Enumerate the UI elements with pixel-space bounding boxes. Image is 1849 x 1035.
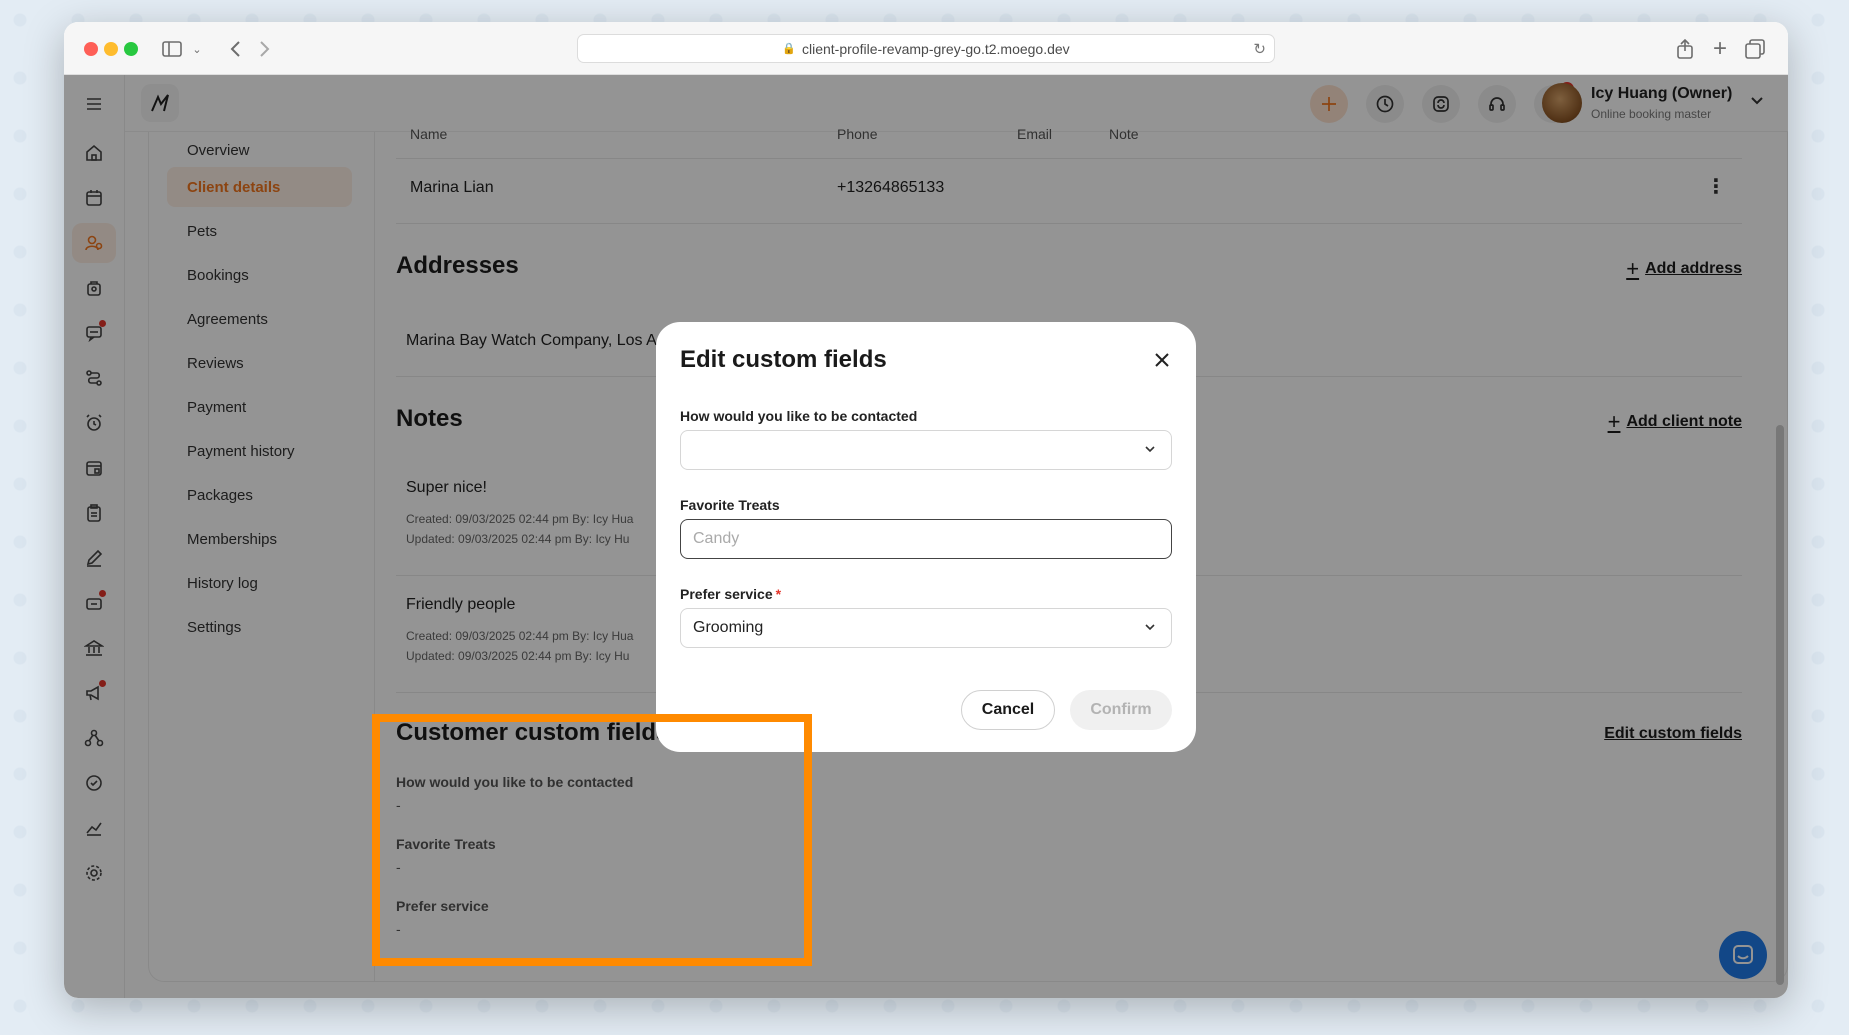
favorite-treats-input[interactable]: Candy	[680, 519, 1172, 559]
minimize-window-button[interactable]	[104, 42, 118, 56]
cancel-button[interactable]: Cancel	[961, 690, 1055, 730]
modal-title: Edit custom fields	[680, 346, 887, 373]
new-tab-icon[interactable]: +	[1709, 35, 1731, 62]
browser-window: ⌄ 🔒 client-profile-revamp-grey-go.t2.moe…	[64, 22, 1788, 998]
chevron-down-icon	[1145, 446, 1155, 453]
maximize-window-button[interactable]	[124, 42, 138, 56]
prefer-service-value: Grooming	[693, 619, 764, 636]
address-bar[interactable]: 🔒 client-profile-revamp-grey-go.t2.moego…	[577, 34, 1275, 63]
contact-method-label: How would you like to be contacted	[680, 408, 918, 424]
lock-icon: 🔒	[782, 43, 796, 55]
reload-icon[interactable]: ↻	[1253, 40, 1266, 58]
confirm-button[interactable]: Confirm	[1070, 690, 1172, 730]
url-text: client-profile-revamp-grey-go.t2.moego.d…	[802, 40, 1070, 57]
tab-overview-icon[interactable]	[1744, 37, 1766, 61]
favorite-treats-label: Favorite Treats	[680, 497, 780, 513]
required-asterisk: *	[775, 586, 782, 602]
prefer-service-select[interactable]: Grooming	[680, 608, 1172, 648]
close-icon[interactable]	[1150, 348, 1174, 372]
share-icon[interactable]	[1674, 37, 1696, 61]
chevron-down-icon[interactable]: ⌄	[190, 37, 204, 61]
highlight-box	[372, 714, 812, 966]
prefer-service-label-text: Prefer service	[680, 586, 773, 602]
browser-titlebar: ⌄ 🔒 client-profile-revamp-grey-go.t2.moe…	[64, 22, 1788, 75]
close-window-button[interactable]	[84, 42, 98, 56]
contact-method-select[interactable]	[680, 430, 1172, 470]
sidebar-toggle-icon[interactable]	[160, 37, 184, 61]
favorite-treats-placeholder: Candy	[693, 530, 740, 547]
prefer-service-label: Prefer service *	[680, 586, 781, 602]
back-arrow-icon[interactable]	[224, 37, 246, 61]
forward-arrow-icon[interactable]	[254, 37, 276, 61]
edit-custom-fields-modal: Edit custom fields How would you like to…	[656, 322, 1196, 752]
chevron-down-icon	[1145, 624, 1155, 631]
